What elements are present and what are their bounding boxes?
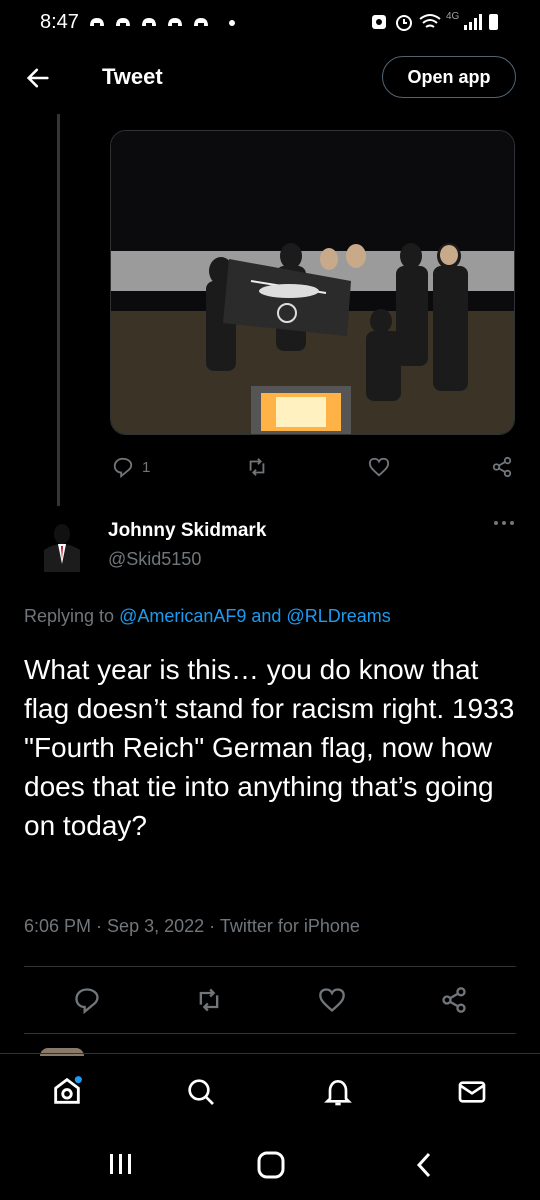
signal-icon bbox=[464, 14, 482, 30]
divider bbox=[24, 1033, 516, 1034]
search-icon[interactable] bbox=[185, 1076, 217, 1108]
page-title: Tweet bbox=[102, 64, 163, 89]
status-bar: 8:47 4G bbox=[0, 0, 540, 44]
wifi-icon bbox=[419, 14, 441, 28]
status-time: 8:47 bbox=[40, 11, 79, 33]
messages-icon[interactable] bbox=[456, 1076, 488, 1108]
photo-scene bbox=[111, 131, 514, 434]
open-app-button[interactable]: Open app bbox=[382, 56, 516, 98]
tweet-date[interactable]: Sep 3, 2022 bbox=[107, 916, 204, 936]
recent-apps-icon[interactable] bbox=[108, 1150, 134, 1178]
network-label: 4G bbox=[446, 11, 460, 22]
back-arrow-icon[interactable] bbox=[24, 64, 52, 92]
tweet-source[interactable]: Twitter for iPhone bbox=[220, 916, 360, 936]
like-icon[interactable] bbox=[367, 456, 391, 478]
replying-to: Replying to @AmericanAF9 and @RLDreams bbox=[24, 606, 391, 627]
divider bbox=[24, 966, 516, 967]
avatar[interactable] bbox=[40, 520, 84, 572]
tweet-photo[interactable] bbox=[110, 130, 515, 435]
retweet-icon[interactable] bbox=[245, 456, 269, 478]
replying-prefix: Replying to bbox=[24, 606, 120, 626]
author-handle[interactable]: @Skid5150 bbox=[108, 549, 201, 570]
like-icon[interactable] bbox=[318, 986, 346, 1014]
thread-line bbox=[57, 114, 60, 506]
reply-count: 1 bbox=[142, 458, 151, 476]
notification-icons bbox=[90, 18, 235, 26]
bottom-navigation bbox=[0, 1053, 540, 1130]
battery-icon bbox=[489, 14, 498, 30]
reply-icon[interactable] bbox=[73, 986, 101, 1014]
reply-action[interactable]: 1 bbox=[112, 456, 150, 478]
reply-icon bbox=[113, 457, 133, 478]
share-icon[interactable] bbox=[440, 986, 468, 1014]
retweet-icon[interactable] bbox=[194, 986, 224, 1014]
alarm-clock-icon bbox=[396, 15, 412, 31]
mention-and: and bbox=[246, 606, 287, 626]
mention-link[interactable]: @RLDreams bbox=[286, 606, 390, 626]
system-navigation-bar bbox=[0, 1130, 540, 1200]
notifications-bell-icon[interactable] bbox=[322, 1076, 354, 1108]
mention-link[interactable]: @AmericanAF9 bbox=[119, 606, 246, 626]
more-options-icon[interactable] bbox=[493, 518, 517, 528]
system-back-icon[interactable] bbox=[412, 1150, 436, 1180]
author-name[interactable]: Johnny Skidmark bbox=[108, 520, 266, 542]
meta-sep: · bbox=[204, 916, 220, 936]
tweet-text: What year is this… you do know that flag… bbox=[24, 654, 515, 841]
home-button-icon[interactable] bbox=[256, 1150, 286, 1180]
tweet-meta: 6:06 PM · Sep 3, 2022 · Twitter for iPho… bbox=[24, 916, 360, 937]
home-icon[interactable] bbox=[50, 1074, 84, 1108]
meta-sep: · bbox=[91, 916, 108, 936]
tweet-time[interactable]: 6:06 PM bbox=[24, 916, 91, 936]
share-icon[interactable] bbox=[490, 456, 514, 478]
